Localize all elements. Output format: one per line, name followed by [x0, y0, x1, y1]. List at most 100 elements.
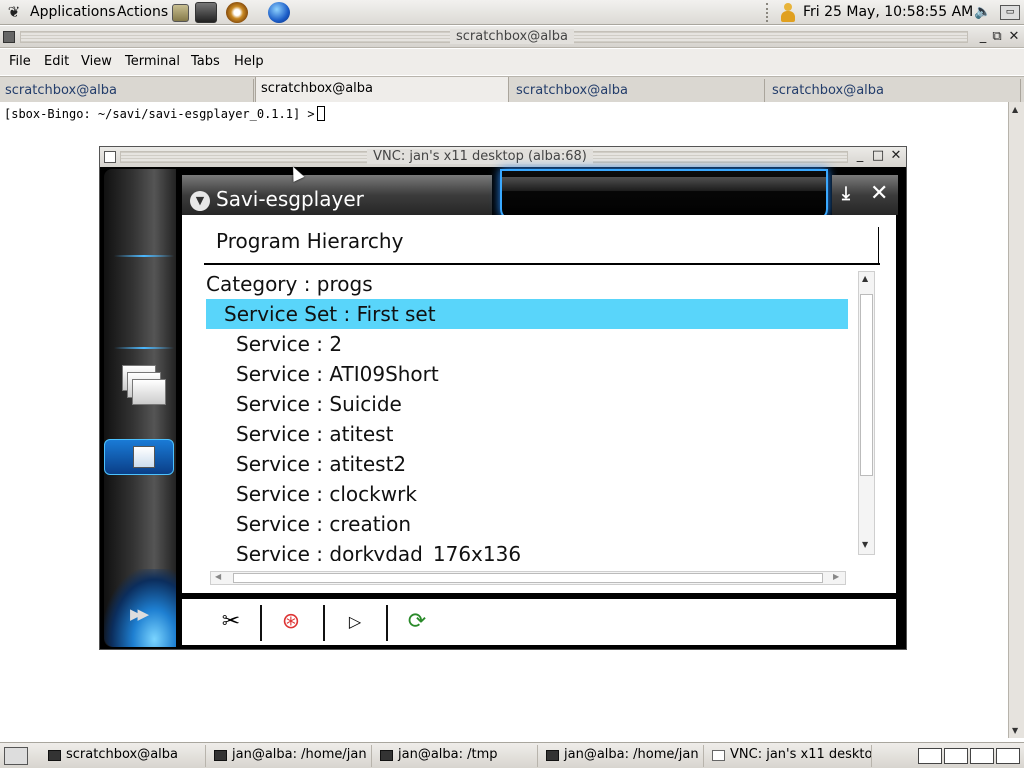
tree-horizontal-scrollbar[interactable]: ◀ ▶	[210, 571, 846, 585]
toolbar-separator	[323, 605, 325, 641]
scroll-right-icon[interactable]: ▶	[833, 572, 839, 581]
menu-tabs[interactable]: Tabs	[191, 54, 220, 69]
tab-3[interactable]: scratchbox@alba	[511, 79, 765, 103]
menu-terminal[interactable]: Terminal	[125, 54, 180, 69]
window-icon	[712, 750, 725, 761]
workspace-1[interactable]	[918, 748, 942, 764]
vnc-maximize-icon[interactable]: □	[870, 148, 886, 164]
task-label: scratchbox@alba	[66, 747, 179, 762]
section-divider	[878, 227, 879, 265]
tree-row-service[interactable]: Service : ATI09Short	[206, 359, 848, 389]
fast-forward-icon[interactable]: ▶▶	[130, 605, 149, 623]
scroll-left-icon[interactable]: ◀	[215, 572, 221, 581]
terminal-launcher-icon[interactable]	[195, 2, 217, 23]
tree-row-service[interactable]: Service : 2	[206, 329, 848, 359]
tree-row-service[interactable]: Service : clockwrk	[206, 479, 848, 509]
bottom-panel: scratchbox@alba jan@alba: /home/jan jan@…	[0, 742, 1024, 768]
menu-view[interactable]: View	[81, 54, 112, 69]
scroll-up-icon[interactable]: ▲	[1012, 105, 1018, 114]
terminal-icon	[380, 750, 393, 761]
maximize-icon[interactable]: ⧉	[989, 29, 1005, 45]
close-icon[interactable]: ✕	[1006, 29, 1022, 45]
actions-menu[interactable]: Actions	[117, 4, 168, 20]
show-desktop-icon[interactable]	[4, 747, 28, 765]
vnc-close-icon[interactable]: ✕	[888, 148, 904, 164]
tree-row-service[interactable]: Service : creation	[206, 509, 848, 539]
text-editor-launcher-icon[interactable]	[172, 4, 189, 22]
scrollbar-thumb[interactable]	[860, 294, 873, 476]
terminal-icon	[546, 750, 559, 761]
text-cursor	[316, 106, 325, 121]
tab-2[interactable]: scratchbox@alba	[255, 77, 509, 103]
section-title: Program Hierarchy	[216, 229, 404, 253]
scroll-up-icon[interactable]: ▲	[862, 274, 868, 283]
menu-edit[interactable]: Edit	[44, 54, 69, 69]
sidebar-glow-line	[114, 347, 174, 349]
task-jan-home-2[interactable]: jan@alba: /home/jan	[540, 745, 704, 767]
task-label: jan@alba: /tmp	[398, 747, 498, 762]
tree-row-category[interactable]: Category : progs	[206, 269, 848, 299]
panel-separator	[766, 3, 770, 22]
program-tree[interactable]: Category : progs Service Set : First set…	[206, 265, 848, 561]
app-toolbar: ✂ ⊛ ▷ ⟳	[182, 593, 896, 647]
tree-row-label: Service : clockwrk	[236, 482, 417, 506]
terminal-icon	[214, 750, 227, 761]
tree-row-label: Service : ATI09Short	[236, 362, 439, 386]
task-jan-home-1[interactable]: jan@alba: /home/jan	[208, 745, 372, 767]
workspace-3[interactable]	[970, 748, 994, 764]
vnc-minimize-icon[interactable]: _	[852, 148, 868, 164]
tree-vertical-scrollbar[interactable]: ▲ ▼	[858, 271, 875, 555]
refresh-icon[interactable]: ⟳	[400, 605, 434, 639]
clock[interactable]: Fri 25 May, 10:58:55 AM	[803, 4, 973, 20]
volume-icon[interactable]: 🔈	[974, 5, 991, 20]
shell-prompt: [sbox-Bingo: ~/savi/savi-esgplayer_0.1.1…	[4, 107, 315, 121]
tab-4[interactable]: scratchbox@alba	[767, 79, 1021, 103]
vnc-titlebar[interactable]: VNC: jan's x11 desktop (alba:68) _ □ ✕	[100, 147, 906, 167]
tree-row-label: Service : dorkydad_176x136	[236, 542, 522, 561]
windows-icon[interactable]	[122, 365, 166, 409]
network-icon[interactable]: ▭	[1000, 5, 1020, 20]
tree-row-service[interactable]: Service : atitest2	[206, 449, 848, 479]
toolbar-separator	[260, 605, 262, 641]
web-browser-launcher-icon[interactable]	[268, 2, 290, 23]
terminal-titlebar[interactable]: scratchbox@alba _ ⧉ ✕	[0, 26, 1024, 48]
chevron-down-icon[interactable]: ▼	[190, 191, 210, 211]
tree-row-service[interactable]: Service : atitest	[206, 419, 848, 449]
app-sidebar: ▶▶	[104, 169, 176, 647]
tree-row-service[interactable]: Service : Suicide	[206, 389, 848, 419]
help-lifebuoy-icon[interactable]: ⊛	[274, 605, 308, 639]
header-status-area	[500, 169, 828, 221]
tools-icon[interactable]: ✂	[214, 605, 248, 639]
task-label: jan@alba: /home/jan	[564, 747, 699, 762]
task-vnc[interactable]: VNC: jan's x11 deskto	[706, 745, 872, 767]
app-content: Program Hierarchy Category : progs Servi…	[182, 215, 896, 593]
scroll-down-icon[interactable]: ▼	[1012, 726, 1018, 735]
user-icon[interactable]	[780, 3, 796, 22]
tree-row-label: Service : Suicide	[236, 392, 402, 416]
menu-help[interactable]: Help	[234, 54, 264, 69]
terminal-menubar: File Edit View Terminal Tabs Help	[0, 49, 1024, 75]
app-close-icon[interactable]: ✕	[870, 181, 888, 206]
vnc-window: VNC: jan's x11 desktop (alba:68) _ □ ✕ ▶…	[99, 146, 907, 650]
top-panel: ❦ Applications Actions Fri 25 May, 10:58…	[0, 0, 1024, 25]
workspace-2[interactable]	[944, 748, 968, 764]
terminal-tabs: scratchbox@alba scratchbox@alba scratchb…	[0, 76, 1024, 103]
app-title-bar[interactable]: ▼ Savi-esgplayer	[182, 175, 492, 215]
menu-file[interactable]: File	[9, 54, 31, 69]
tree-row-service-set[interactable]: Service Set : First set	[206, 299, 848, 329]
tab-1[interactable]: scratchbox@alba	[0, 79, 254, 103]
task-label: VNC: jan's x11 deskto	[730, 747, 872, 762]
task-jan-tmp[interactable]: jan@alba: /tmp	[374, 745, 538, 767]
applications-menu[interactable]: Applications	[30, 4, 116, 20]
scroll-down-icon[interactable]: ▼	[862, 540, 868, 549]
play-icon[interactable]: ▷	[338, 605, 372, 639]
terminal-scrollbar[interactable]: ▲ ▼	[1008, 102, 1024, 738]
gnome-foot-icon[interactable]: ❦	[5, 3, 23, 21]
help-launcher-icon[interactable]	[226, 2, 248, 23]
tree-row-service[interactable]: Service : dorkydad_176x136	[206, 539, 848, 561]
scrollbar-thumb[interactable]	[233, 573, 823, 583]
task-scratchbox[interactable]: scratchbox@alba	[42, 745, 206, 767]
app-minimize-icon[interactable]: ⤓	[842, 183, 850, 204]
sidebar-item-selected[interactable]	[104, 439, 174, 475]
workspace-4[interactable]	[996, 748, 1020, 764]
